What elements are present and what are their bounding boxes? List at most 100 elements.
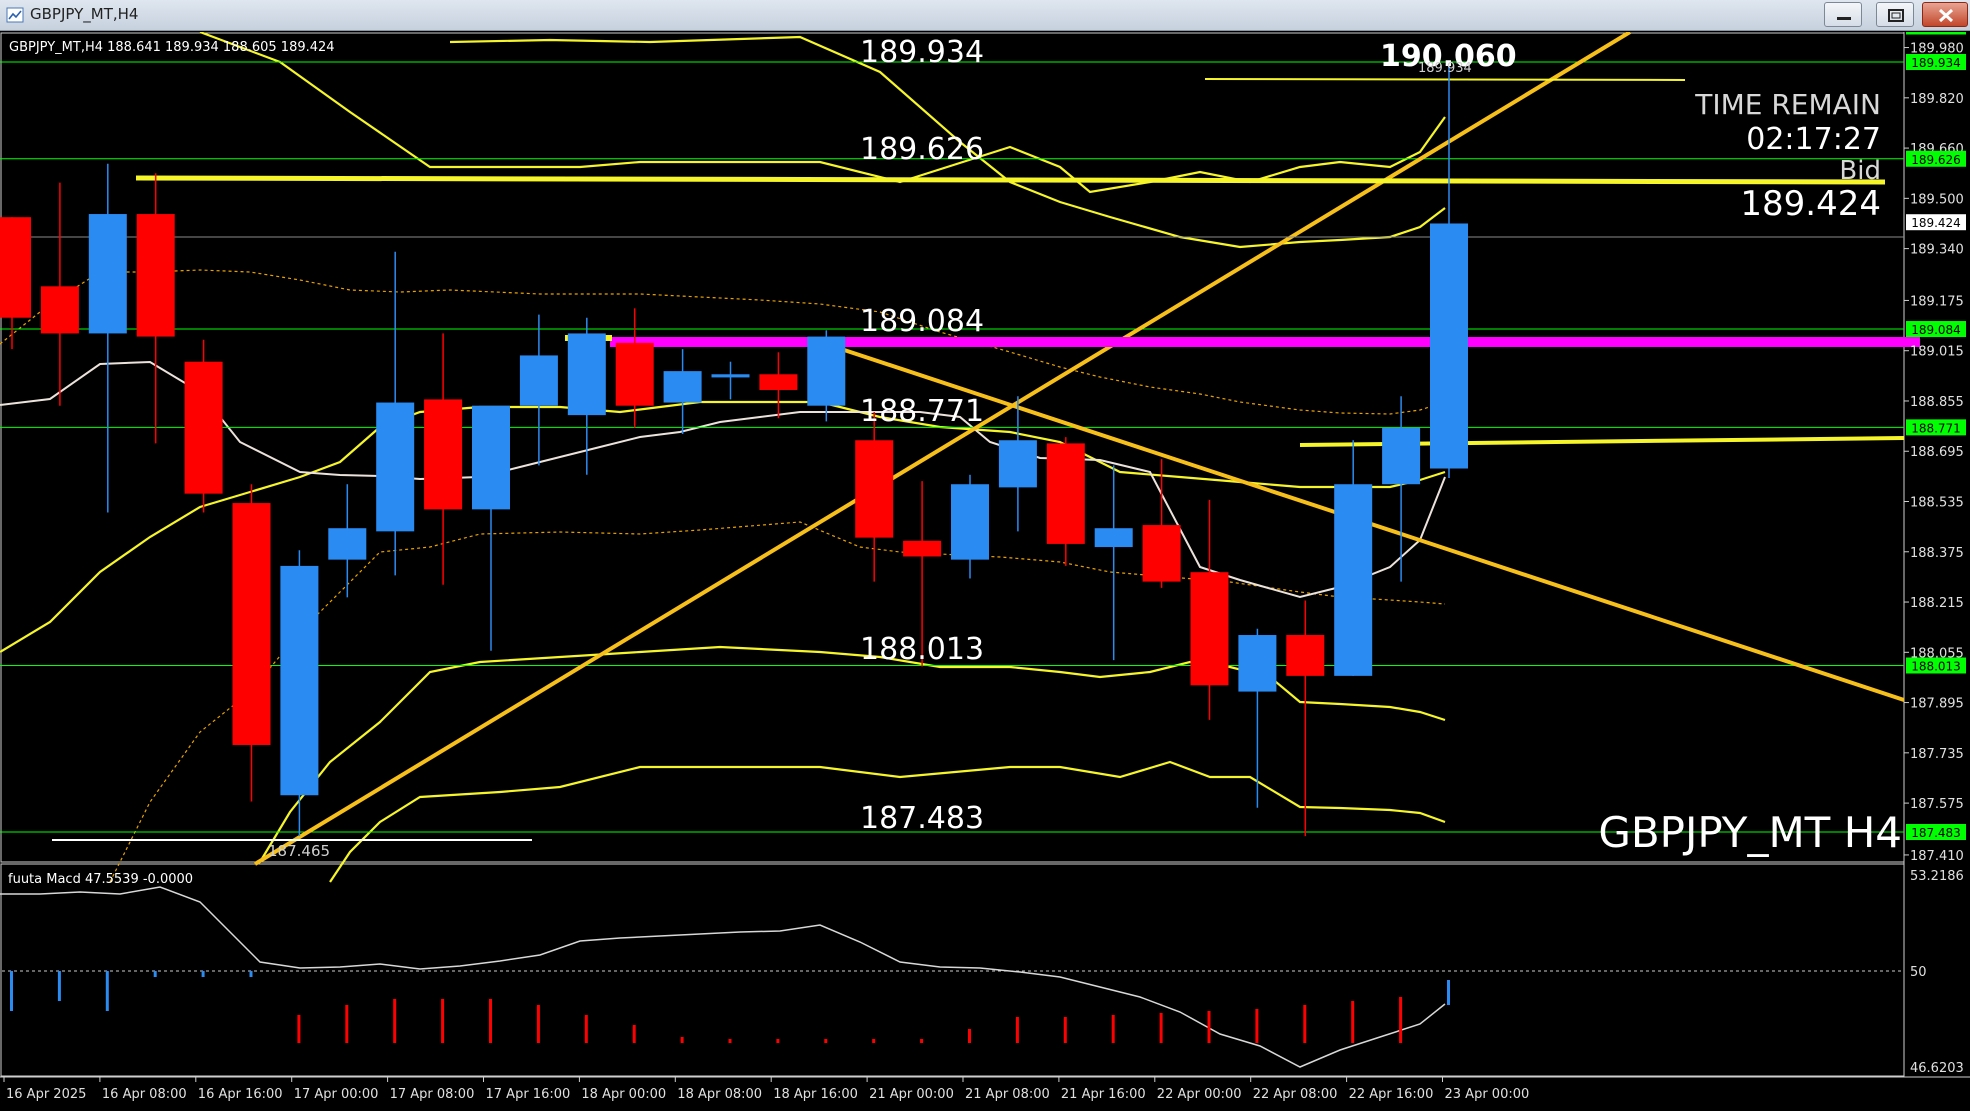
- candle-body: [615, 342, 654, 406]
- y-tick-label: 188.215: [1910, 596, 1964, 611]
- candle-body: [232, 503, 271, 745]
- bid-label: Bid: [1839, 156, 1881, 186]
- histogram-bar: [1063, 1017, 1067, 1043]
- chart-window-icon: [6, 7, 24, 23]
- candle-body: [376, 402, 415, 532]
- histogram-bar: [584, 1015, 588, 1043]
- histogram-bar: [1399, 997, 1403, 1043]
- chart-area[interactable]: 189.934 189.626 189.084 188.771 188.013 …: [0, 32, 1970, 1111]
- y-tick-label: 188.375: [1910, 546, 1964, 561]
- price-tag-label: 189.934: [1911, 56, 1961, 70]
- oscillator-line: [0, 886, 1446, 1068]
- histogram-bar: [536, 1005, 540, 1043]
- subwindow-label: fuuta Macd 47.5539 -0.0000: [8, 872, 193, 887]
- x-tick-label: 18 Apr 00:00: [581, 1087, 666, 1102]
- candle-body: [1046, 443, 1085, 544]
- oscillator-histogram: [10, 971, 1450, 1043]
- histogram-bar: [1303, 1005, 1307, 1043]
- histogram-bar: [1015, 1017, 1019, 1043]
- candle: [567, 317, 606, 475]
- candle: [1286, 600, 1325, 837]
- histogram-bar: [153, 971, 157, 977]
- close-icon: [1938, 8, 1954, 23]
- candle-body: [663, 371, 702, 403]
- histogram-bar: [824, 1039, 828, 1043]
- candle-body: [472, 405, 510, 510]
- x-tick-label: 22 Apr 08:00: [1253, 1087, 1338, 1102]
- candle: [615, 308, 654, 428]
- y-tick-label: 189.175: [1910, 294, 1964, 309]
- candle-body: [951, 484, 989, 560]
- histogram-bar: [297, 1015, 301, 1043]
- histogram-bar: [728, 1039, 732, 1043]
- candle: [1046, 437, 1085, 566]
- x-tick-label: 18 Apr 16:00: [773, 1087, 858, 1102]
- y-tick-label: 187.735: [1910, 747, 1964, 762]
- x-tick-label: 18 Apr 08:00: [677, 1087, 762, 1102]
- candle: [280, 550, 319, 837]
- candle-body: [280, 565, 319, 796]
- histogram-bar: [489, 999, 492, 1043]
- y-tick-label: 189.500: [1910, 192, 1964, 207]
- price-tags: 190.047 189.934 189.626 189.424 189.084 188.7…: [1906, 32, 1966, 840]
- time-remain-label: TIME REMAIN: [1694, 88, 1881, 121]
- minimize-button[interactable]: [1824, 2, 1862, 27]
- candle: [136, 173, 175, 444]
- histogram-bar: [1111, 1015, 1115, 1043]
- candle-body: [1334, 484, 1373, 676]
- candle: [711, 361, 750, 400]
- candle-body: [1094, 528, 1133, 548]
- level-label-5: 188.013: [860, 632, 984, 667]
- candle: [1190, 499, 1229, 720]
- level-label-1: 189.934: [860, 35, 984, 70]
- histogram-bar: [57, 971, 61, 1001]
- price-tag: 189.626: [1906, 150, 1966, 167]
- candle-body: [1286, 635, 1325, 676]
- histogram-bar: [1447, 980, 1450, 1005]
- level-label-3: 189.084: [860, 304, 984, 339]
- candle: [998, 396, 1037, 532]
- histogram-bar: [1159, 1013, 1163, 1043]
- sub-tick-mid: 50: [1910, 965, 1927, 980]
- y-tick-label: 187.575: [1910, 797, 1964, 812]
- y-tick-label: 189.340: [1910, 243, 1964, 258]
- bid-value: 189.424: [1740, 184, 1881, 224]
- candle-body: [1238, 635, 1277, 692]
- y-tick-label: 187.410: [1910, 849, 1964, 864]
- x-tick-label: 22 Apr 16:00: [1349, 1087, 1434, 1102]
- y-tick-label: 188.695: [1910, 445, 1964, 460]
- histogram-bar: [105, 971, 109, 1011]
- candle: [1142, 459, 1181, 588]
- x-tick-label: 17 Apr 16:00: [486, 1087, 571, 1102]
- candle-body: [1142, 525, 1181, 582]
- histogram-bar: [345, 1005, 349, 1043]
- price-tag: 189.424: [1906, 214, 1966, 231]
- histogram-bar: [1255, 1009, 1259, 1043]
- candle: [184, 339, 223, 513]
- close-button[interactable]: [1922, 2, 1968, 27]
- x-tick-label: 21 Apr 08:00: [965, 1087, 1050, 1102]
- candle: [1430, 63, 1468, 478]
- price-tag-label: 189.084: [1911, 323, 1961, 337]
- candle-body: [184, 361, 223, 494]
- histogram-bar: [776, 1039, 780, 1043]
- level-label-4: 188.771: [860, 394, 984, 429]
- restore-icon: [1888, 9, 1904, 22]
- histogram-bar: [680, 1037, 684, 1043]
- candle-body: [1382, 427, 1421, 485]
- candle-body: [40, 286, 79, 334]
- candle-body: [1190, 572, 1229, 686]
- candle-body: [567, 333, 606, 416]
- candle-body: [855, 440, 894, 538]
- sub-tick-top: 53.2186: [1910, 869, 1964, 884]
- window-titlebar: GBPJPY_MT,H4: [0, 0, 1970, 31]
- histogram-bar: [1207, 1011, 1211, 1043]
- price-tag: 187.483: [1906, 824, 1966, 840]
- candle: [855, 411, 894, 582]
- restore-button[interactable]: [1876, 2, 1914, 27]
- y-tick-label: 189.015: [1910, 345, 1964, 360]
- candle: [232, 484, 271, 802]
- x-tick-label: 17 Apr 00:00: [294, 1087, 379, 1102]
- x-tick-label: 21 Apr 00:00: [869, 1087, 954, 1102]
- candle: [40, 182, 79, 406]
